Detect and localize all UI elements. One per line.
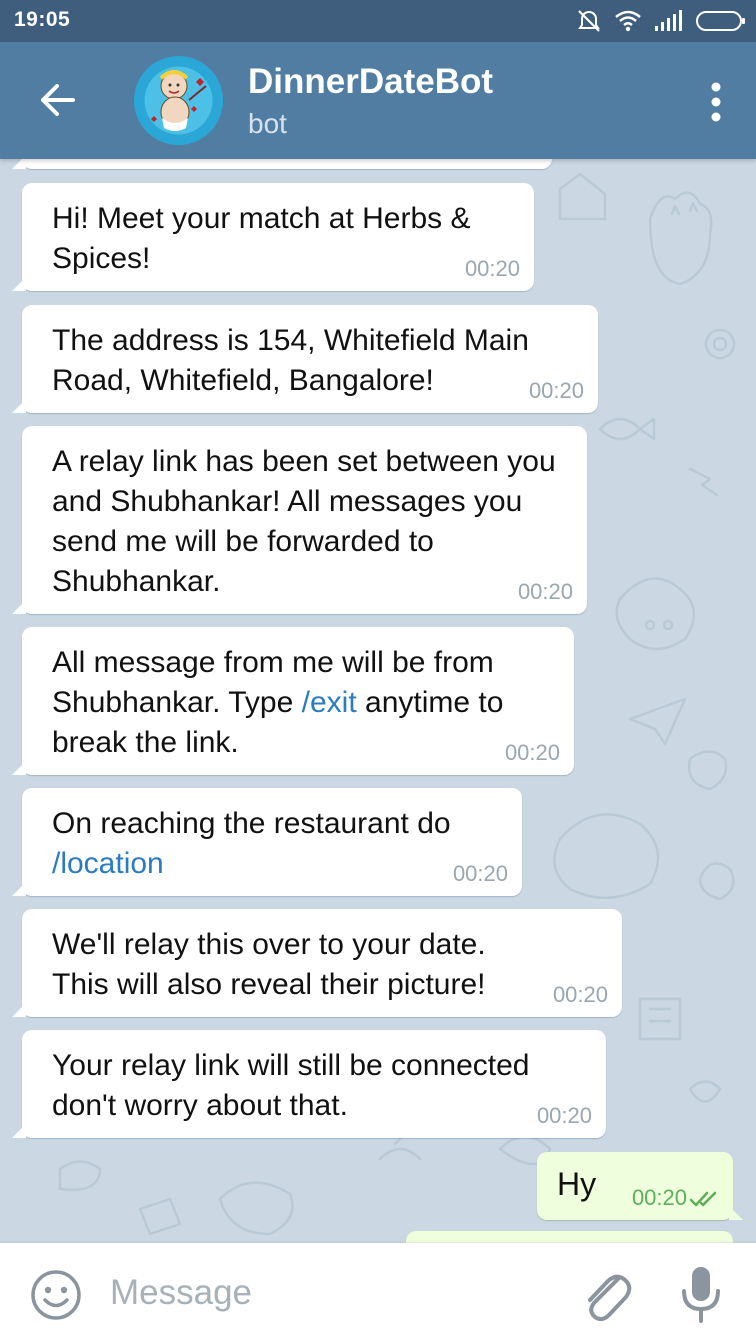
- more-vertical-icon: [711, 82, 721, 122]
- emoji-button[interactable]: [30, 1269, 82, 1321]
- smiley-icon: [31, 1270, 81, 1320]
- back-button[interactable]: [28, 70, 88, 130]
- battery-icon: [696, 11, 745, 31]
- voice-record-button[interactable]: [676, 1263, 726, 1327]
- attach-button[interactable]: [578, 1265, 634, 1325]
- outgoing-message-bubble-partial[interactable]: [406, 1231, 733, 1243]
- status-bar: 19:05: [0, 0, 756, 42]
- wifi-icon: [615, 10, 641, 32]
- status-time: 19:05: [14, 8, 71, 31]
- chat-subtitle: bot: [248, 108, 287, 139]
- message-text: Hy: [557, 1166, 597, 1202]
- microphone-icon: [682, 1267, 720, 1323]
- chat-header: DinnerDateBot bot: [0, 42, 756, 159]
- message-time: 00:20: [528, 378, 584, 403]
- message-text: Your relay link will still be connected …: [52, 1049, 530, 1122]
- message-bubble[interactable]: A relay link has been set between you an…: [12, 426, 587, 614]
- message-time: 00:20: [536, 1103, 592, 1128]
- message-time: 00:20: [552, 982, 608, 1007]
- message-time: 00:20: [517, 579, 573, 604]
- exit-command-link[interactable]: /exit: [302, 686, 357, 719]
- message-time: 00:20: [631, 1185, 687, 1210]
- double-check-icon: [689, 1191, 717, 1207]
- message-text: A relay link has been set between you an…: [52, 445, 556, 598]
- more-menu-button[interactable]: [696, 72, 736, 132]
- message-bubble[interactable]: The address is 154, Whitefield Main Road…: [12, 305, 598, 413]
- message-bubble-partial[interactable]: [12, 159, 552, 169]
- message-bubble[interactable]: Hi! Meet your match at Herbs & Spices! 0…: [12, 183, 534, 291]
- message-bubble[interactable]: We'll relay this over to your date. This…: [12, 909, 622, 1017]
- message-text-part: On reaching the restaurant do: [52, 807, 451, 840]
- mute-alarm-icon: [578, 10, 600, 32]
- message-text: All message from me will be from Shubhan…: [52, 646, 503, 759]
- status-icons: [576, 7, 746, 35]
- message-bubble[interactable]: All message from me will be from Shubhan…: [12, 627, 574, 775]
- arrow-left-icon: [41, 84, 75, 116]
- chat-title[interactable]: DinnerDateBot: [248, 62, 493, 102]
- message-time: 00:20: [504, 740, 560, 765]
- location-command-link[interactable]: /location: [52, 847, 164, 880]
- cupid-avatar-image: [134, 56, 223, 145]
- message-time: 00:20: [464, 256, 520, 281]
- outgoing-message-bubble[interactable]: Hy 00:20: [537, 1152, 743, 1220]
- message-input-bar: [0, 1243, 756, 1344]
- message-time: 00:20: [452, 861, 508, 886]
- message-text: We'll relay this over to your date. This…: [52, 928, 486, 1001]
- message-input[interactable]: [110, 1267, 550, 1319]
- message-text: The address is 154, Whitefield Main Road…: [52, 324, 529, 397]
- chat-area[interactable]: Hi! Meet your match at Herbs & Spices! 0…: [0, 159, 756, 1243]
- message-bubble[interactable]: On reaching the restaurant do /location …: [12, 788, 522, 896]
- paperclip-icon: [588, 1274, 632, 1322]
- bot-avatar[interactable]: [134, 56, 223, 145]
- message-bubble[interactable]: Your relay link will still be connected …: [12, 1030, 606, 1138]
- message-text: On reaching the restaurant do /location: [52, 807, 451, 880]
- message-text: Hi! Meet your match at Herbs & Spices!: [52, 202, 471, 275]
- signal-icon: [655, 10, 682, 31]
